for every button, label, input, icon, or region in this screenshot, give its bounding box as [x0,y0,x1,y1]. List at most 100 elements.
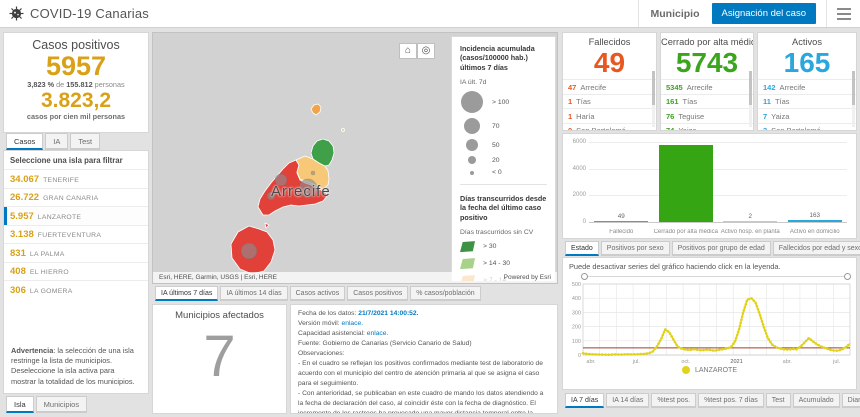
tab[interactable]: Casos [6,133,44,150]
observation-bullet: - En el cuadro se reflejan los positivos… [298,360,543,388]
tab[interactable]: IA 7 días [565,393,605,408]
svg-text:jul.: jul. [632,359,641,365]
tab[interactable]: % casos/población [410,286,481,301]
scrollbar[interactable] [749,71,752,127]
observation-bullet: - Con anterioridad, se publicaban en est… [298,390,544,414]
tab[interactable]: Test [765,393,791,408]
time-range-slider[interactable] [581,273,851,281]
positives-rate: 3.823,2 [40,89,112,113]
stat-row: 142 Arrecife [758,79,856,94]
tab[interactable]: Fallecidos por edad y sexo [772,241,860,256]
bar-2[interactable]: 2 [718,142,783,222]
stat-row: 74 Yaiza [661,122,753,130]
bar-0[interactable]: 49 [589,142,654,222]
affected-value: 7 [203,324,236,389]
mobile-link[interactable]: enlace. [342,320,364,327]
svg-text:100: 100 [572,339,581,345]
tab[interactable]: Casos positivos [347,286,409,301]
island-row[interactable]: 3.138 FUERTEVENTURA [4,224,148,244]
series-legend[interactable]: LANZAROTE [563,366,856,374]
notes-card: Fecha de los datos: 21/7/2021 14:00:52. … [290,304,558,414]
basemap-icon[interactable]: ◎ [417,43,435,59]
legend-ia-subtitle: IA últ. 7d [460,79,487,87]
bar-1[interactable] [654,142,719,222]
positives-card: Casos positivos 5957 3,823 % de 155.812 … [3,32,149,133]
scrollbar[interactable] [652,71,655,127]
slider-handle-right[interactable] [844,273,851,280]
svg-text:2021: 2021 [730,359,742,365]
tab[interactable]: %test pos. 7 días [698,393,764,408]
legend-circle-item: > 100 [460,91,547,114]
island-list: 34.067 TENERIFE 26.722 GRAN CANARIA 5.95… [4,169,148,299]
legend-days-title: Días transcurridos desde la fecha del úl… [460,194,547,222]
metric-tabs: IA 7 días IA 14 días %test pos. %test pos. … [565,393,860,408]
active-value: 165 [783,47,831,78]
stat-row: 1 Haría [563,108,656,123]
island-list-header: Seleccione una isla para filtrar [10,156,123,165]
region-la-graciosa[interactable] [310,103,322,116]
stat-row: 47 Arrecife [563,79,656,94]
tab[interactable]: Positivos por grupo de edad [671,241,771,256]
island-row[interactable]: 306 LA GOMERA [4,280,148,299]
tab[interactable]: Municipios [35,396,88,413]
tab[interactable]: Isla [6,396,34,413]
tab[interactable]: %test pos. [651,393,697,408]
warning-text: Advertencia: la selección de una isla re… [11,345,135,386]
slider-handle-left[interactable] [581,273,588,280]
scrollbar[interactable] [852,71,855,127]
assign-case-button[interactable]: Asignación del caso [711,3,816,24]
tab[interactable]: Positivos por sexo [600,241,670,256]
home-icon[interactable]: ⌂ [399,43,417,59]
svg-text:400: 400 [572,296,581,302]
svg-text:300: 300 [572,310,581,316]
active-list: 142 Arrecife 11 Tías 7 Yaiza 3 San Bartolomé [758,79,856,130]
tab[interactable]: Casos activos [289,286,346,301]
legend-days-subtitle: Días trascurridos sin CV [460,229,534,237]
bar-category-label: Activo hosp. en planta [720,229,780,235]
svg-text:oct.: oct. [681,359,690,365]
closed-value: 5743 [675,47,739,78]
island-municipio-tabs: Isla Municipios [6,396,88,413]
capacity-link[interactable]: enlace. [367,330,389,337]
island-row[interactable]: 408 EL HIERRO [4,261,148,281]
affected-card: Municipios afectados 7 [152,304,287,414]
affected-title: Municipios afectados [175,310,264,321]
municipio-label[interactable]: Municipio [639,8,712,20]
map[interactable]: Arrecife ⌂ ◎ Incidencia acumulada (casos… [152,32,558,284]
tab[interactable]: Test [70,133,101,150]
islet-speck [341,128,345,132]
svg-text:abr.: abr. [783,359,793,365]
bar-chart-plot: 0 2000 4000 6000 49 2 163 [573,139,848,225]
deaths-value: 49 [593,47,626,78]
region-fuerteventura-islet[interactable] [264,222,270,229]
menu-icon[interactable] [826,0,860,27]
tab[interactable]: IA 14 días [606,393,650,408]
island-row[interactable]: 34.067 TENERIFE [4,169,148,188]
tab[interactable]: Diario [841,393,860,408]
svg-text:500: 500 [572,282,581,288]
svg-text:abr.: abr. [586,359,596,365]
closed-card: Cerrado por alta médica 5743 5345 Arrecif… [660,32,754,131]
island-list-card: Seleccione una isla para filtrar 34.067 … [3,150,149,394]
svg-text:0: 0 [578,353,581,359]
stat-row: 76 Teguise [661,108,753,123]
tab[interactable]: Estado [565,241,599,256]
tab[interactable]: IA últimos 7 días [155,286,219,301]
island-row[interactable]: 5.957 LANZAROTE [4,206,148,225]
bar-category-label: Cerrado por alta médica [653,229,718,235]
deaths-title: Fallecidos [588,37,631,47]
stat-row: 1 Tías [563,93,656,109]
stat-row: 7 Yaiza [758,108,856,123]
tab[interactable]: IA últimos 14 días [220,286,288,301]
tab[interactable]: Acumulado [792,393,840,408]
bar-3[interactable]: 163 [783,142,848,222]
island-row[interactable]: 831 LA PALMA [4,243,148,262]
legend-circle-item: < 0 [460,169,547,176]
active-card: Activos 165 142 Arrecife 11 Tías 7 Yaiza 3 San … [757,32,857,131]
positives-rate-caption: casos por cien mil personas [26,112,126,122]
line-chart-svg: 0 100 200 300 400 500 abr. jul. oct. 2021 abr. jul. [572,282,852,365]
island-row[interactable]: 26.722 GRAN CANARIA [4,187,148,207]
tab[interactable]: IA [45,133,69,150]
svg-text:jul.: jul. [832,359,841,365]
map-attribution: Esri, HERE, Garmin, USGS | Esri, HERE Po… [153,272,557,283]
